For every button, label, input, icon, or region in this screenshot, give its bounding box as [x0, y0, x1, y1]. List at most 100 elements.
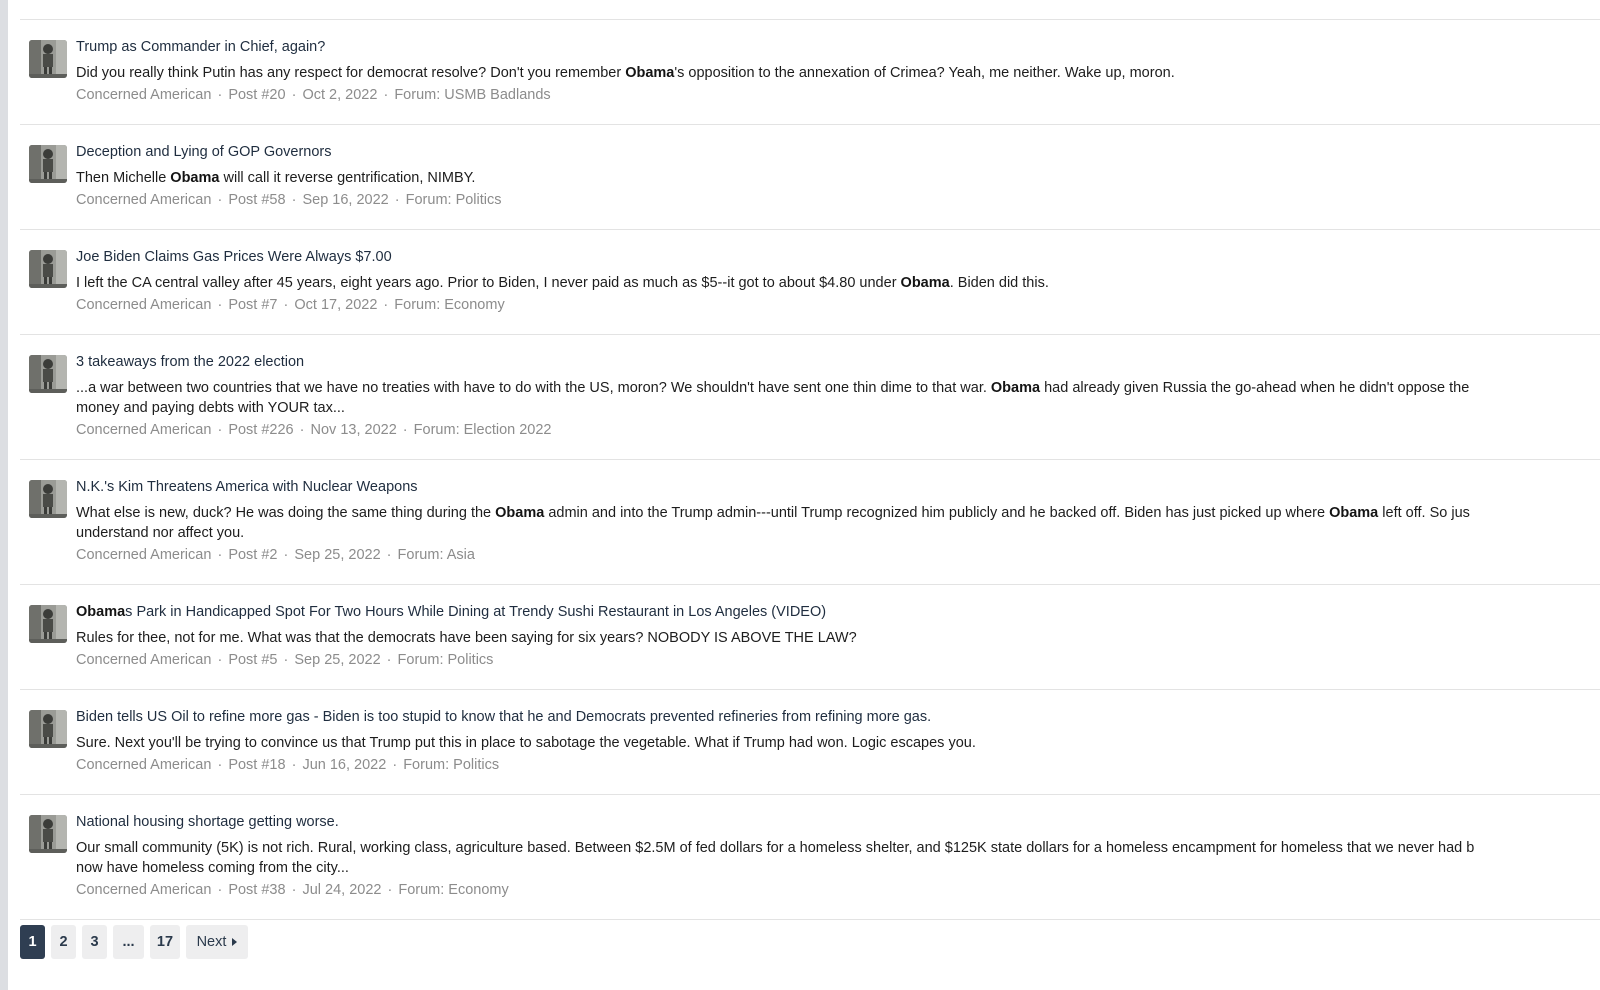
- text-segment: Rules for thee, not for me. What was tha…: [76, 630, 857, 646]
- post-date: Jun 16, 2022: [302, 757, 387, 773]
- post-link[interactable]: Post #20: [228, 87, 285, 103]
- author-link[interactable]: Concerned American: [76, 547, 211, 563]
- meta-separator: ·: [213, 757, 227, 773]
- post-link[interactable]: Post #58: [228, 192, 285, 208]
- post-link[interactable]: Post #38: [228, 882, 285, 898]
- post-date: Oct 17, 2022: [294, 297, 378, 313]
- result-meta: Concerned American · Post #7 · Oct 17, 2…: [76, 297, 1600, 314]
- result-meta: Concerned American · Post #38 · Jul 24, …: [76, 882, 1600, 899]
- meta-separator: ·: [213, 422, 227, 438]
- next-page-button[interactable]: Next: [186, 925, 248, 959]
- result-title-link[interactable]: Biden tells US Oil to refine more gas - …: [76, 709, 1600, 726]
- result-title-link[interactable]: Obamas Park in Handicapped Spot For Two …: [76, 604, 1600, 621]
- result-title-link[interactable]: Deception and Lying of GOP Governors: [76, 144, 1600, 161]
- forum-link[interactable]: Forum: Economy: [394, 297, 504, 313]
- page-button-3[interactable]: 3: [82, 925, 107, 959]
- text-segment: s Park in Handicapped Spot For Two Hours…: [125, 604, 827, 620]
- user-avatar-icon[interactable]: [29, 355, 67, 393]
- search-result: Trump as Commander in Chief, again? Did y…: [20, 20, 1600, 125]
- post-date: Jul 24, 2022: [302, 882, 382, 898]
- page-button-1[interactable]: 1: [20, 925, 45, 959]
- author-link[interactable]: Concerned American: [76, 297, 211, 313]
- forum-link[interactable]: Forum: Election 2022: [414, 422, 552, 438]
- post-date: Nov 13, 2022: [310, 422, 397, 438]
- page-ellipsis[interactable]: ...: [113, 925, 144, 959]
- result-title-link[interactable]: 3 takeaways from the 2022 election: [76, 354, 1600, 371]
- result-snippet: I left the CA central valley after 45 ye…: [76, 273, 1600, 293]
- search-result: Deception and Lying of GOP Governors Then…: [20, 125, 1600, 230]
- post-date: Sep 25, 2022: [294, 547, 381, 563]
- search-result: N.K.'s Kim Threatens America with Nuclea…: [20, 460, 1600, 585]
- text-segment: Our small community (5K) is not rich. Ru…: [76, 840, 1475, 856]
- result-title-link[interactable]: N.K.'s Kim Threatens America with Nuclea…: [76, 479, 1600, 496]
- result-meta: Concerned American · Post #226 · Nov 13,…: [76, 422, 1600, 439]
- search-result: Biden tells US Oil to refine more gas - …: [20, 690, 1600, 795]
- author-link[interactable]: Concerned American: [76, 652, 211, 668]
- author-link[interactable]: Concerned American: [76, 422, 211, 438]
- text-segment: admin and into the Trump admin---until T…: [544, 505, 1330, 521]
- author-link[interactable]: Concerned American: [76, 757, 211, 773]
- pagination: 1 2 3... 17 Next: [20, 925, 248, 959]
- highlighted-term: Obama: [990, 380, 1041, 396]
- post-link[interactable]: Post #226: [228, 422, 293, 438]
- text-segment: left off. So jus: [1378, 505, 1470, 521]
- result-snippet: Sure. Next you'll be trying to convince …: [76, 733, 1600, 753]
- meta-separator: ·: [382, 547, 396, 563]
- result-snippet: ...a war between two countries that we h…: [76, 378, 1600, 418]
- text-segment: will call it reverse gentrification, NIM…: [219, 170, 476, 186]
- page-button-2[interactable]: 2: [51, 925, 76, 959]
- meta-separator: ·: [213, 87, 227, 103]
- forum-link[interactable]: Forum: USMB Badlands: [394, 87, 550, 103]
- post-date: Oct 2, 2022: [302, 87, 378, 103]
- highlighted-term: Obama: [170, 170, 220, 186]
- forum-link[interactable]: Forum: Politics: [398, 652, 494, 668]
- meta-separator: ·: [382, 652, 396, 668]
- forum-link[interactable]: Forum: Politics: [403, 757, 499, 773]
- result-snippet: What else is new, duck? He was doing the…: [76, 503, 1600, 543]
- user-avatar-icon[interactable]: [29, 250, 67, 288]
- user-avatar-icon[interactable]: [29, 815, 67, 853]
- result-meta: Concerned American · Post #18 · Jun 16, …: [76, 757, 1600, 774]
- result-title-link[interactable]: Trump as Commander in Chief, again?: [76, 39, 1600, 56]
- forum-link[interactable]: Forum: Asia: [398, 547, 475, 563]
- text-segment: ...a war between two countries that we h…: [76, 380, 991, 396]
- search-result: 3 takeaways from the 2022 election ...a w…: [20, 335, 1600, 460]
- post-link[interactable]: Post #5: [228, 652, 277, 668]
- meta-separator: ·: [390, 192, 404, 208]
- author-link[interactable]: Concerned American: [76, 882, 211, 898]
- meta-separator: ·: [287, 882, 301, 898]
- result-meta: Concerned American · Post #58 · Sep 16, …: [76, 192, 1600, 209]
- highlighted-term: Obama: [495, 505, 545, 521]
- text-segment: . Biden did this.: [949, 275, 1049, 291]
- result-snippet: Then Michelle Obama will call it reverse…: [76, 168, 1600, 188]
- meta-separator: ·: [213, 652, 227, 668]
- post-link[interactable]: Post #2: [228, 547, 277, 563]
- user-avatar-icon[interactable]: [29, 145, 67, 183]
- meta-separator: ·: [213, 882, 227, 898]
- text-segment: had already given Russia the go-ahead wh…: [1040, 380, 1470, 396]
- result-title-link[interactable]: Joe Biden Claims Gas Prices Were Always …: [76, 249, 1600, 266]
- highlighted-term: Obama: [76, 604, 126, 620]
- user-avatar-icon[interactable]: [29, 710, 67, 748]
- user-avatar-icon[interactable]: [29, 480, 67, 518]
- meta-separator: ·: [398, 422, 412, 438]
- user-avatar-icon[interactable]: [29, 40, 67, 78]
- post-link[interactable]: Post #18: [228, 757, 285, 773]
- author-link[interactable]: Concerned American: [76, 87, 211, 103]
- forum-link[interactable]: Forum: Politics: [406, 192, 502, 208]
- page-button-17[interactable]: 17: [150, 925, 180, 959]
- meta-separator: ·: [213, 547, 227, 563]
- meta-separator: ·: [383, 882, 397, 898]
- post-link[interactable]: Post #7: [228, 297, 277, 313]
- search-results: Trump as Commander in Chief, again? Did y…: [20, 19, 1600, 920]
- user-avatar-icon[interactable]: [29, 605, 67, 643]
- meta-separator: ·: [379, 297, 393, 313]
- author-link[interactable]: Concerned American: [76, 192, 211, 208]
- post-date: Sep 16, 2022: [302, 192, 389, 208]
- text-segment: Did you really think Putin has any respe…: [76, 65, 626, 81]
- meta-separator: ·: [379, 87, 393, 103]
- result-title-link[interactable]: National housing shortage getting worse.: [76, 814, 1600, 831]
- text-segment: 's opposition to the annexation of Crime…: [674, 65, 1175, 81]
- forum-link[interactable]: Forum: Economy: [398, 882, 508, 898]
- meta-separator: ·: [279, 652, 293, 668]
